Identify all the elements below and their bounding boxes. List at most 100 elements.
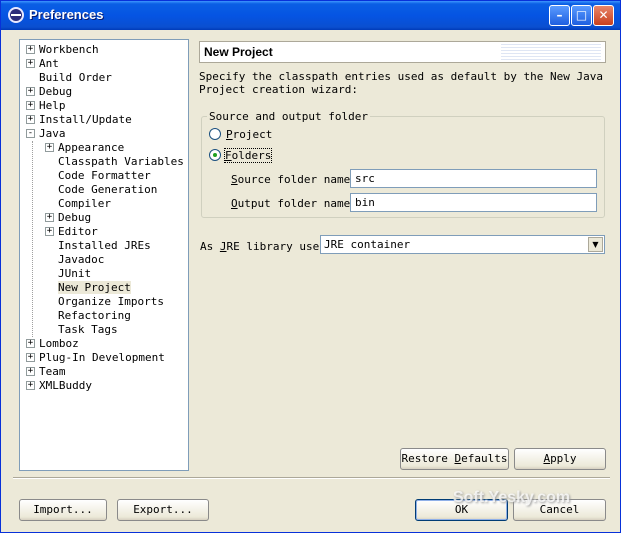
expand-icon[interactable]: + (26, 58, 35, 68)
tree-item[interactable]: Refactoring (45, 309, 131, 323)
tree-item-label: Java (39, 127, 66, 140)
tree-item[interactable]: + Editor (45, 225, 98, 239)
output-mnemonic: O (231, 197, 238, 210)
restore-label-before: Restore (401, 452, 455, 465)
tree-item-label: Plug-In Development (39, 351, 165, 364)
project-radio[interactable] (209, 128, 221, 140)
tree-item[interactable]: Build Order (26, 71, 112, 85)
tree-item-label: Appearance (58, 141, 125, 154)
expand-icon[interactable]: + (26, 338, 35, 348)
group-title: Source and output folder (207, 110, 370, 123)
restore-label-rest: efaults (461, 452, 508, 465)
apply-label-rest: pply (550, 452, 577, 465)
tree-item[interactable]: Installed JREs (45, 239, 151, 253)
tree-item-label: Workbench (39, 43, 99, 56)
tree-item[interactable]: + Help (26, 99, 66, 113)
tree-item[interactable]: Organize Imports (45, 295, 164, 309)
watermark-text: Soft.Yesky.com (453, 489, 571, 506)
minimize-button[interactable]: – (549, 5, 570, 26)
source-folder-label: Source folder name: (231, 173, 357, 186)
tree-item-label: Lomboz (39, 337, 79, 350)
tree-connector-line (32, 141, 33, 337)
tree-item[interactable]: Classpath Variables (45, 155, 184, 169)
tree-item-label: Installed JREs (58, 239, 151, 252)
expand-icon[interactable]: + (26, 352, 35, 362)
source-mnemonic: S (231, 173, 238, 186)
tree-item[interactable]: + Debug (45, 211, 91, 225)
tree-item-label: Editor (58, 225, 98, 238)
tree-item-label: Debug (39, 85, 73, 98)
output-folder-label: Output folder name: (231, 197, 357, 210)
tree-item[interactable]: + Appearance (45, 141, 124, 155)
folders-radio[interactable] (209, 149, 221, 161)
tree-item-label: JUnit (58, 267, 92, 280)
output-folder-input[interactable]: bin (350, 193, 597, 212)
tree-item[interactable]: New Project (45, 281, 131, 295)
tree-item[interactable]: Code Generation (45, 183, 157, 197)
tree-item[interactable]: Compiler (45, 197, 111, 211)
project-radio-label[interactable]: Project (226, 128, 272, 141)
tree-item[interactable]: Task Tags (45, 323, 118, 337)
tree-item[interactable]: + Plug-In Development (26, 351, 165, 365)
tree-item-label: Help (39, 99, 66, 112)
bottom-separator (13, 477, 610, 479)
apply-button[interactable]: Apply (514, 448, 606, 470)
tree-item[interactable]: + Workbench (26, 43, 99, 57)
tree-item-label: Debug (58, 211, 92, 224)
tree-item-label: Organize Imports (58, 295, 164, 308)
tree-item[interactable]: + Debug (26, 85, 72, 99)
jre-library-select[interactable]: JRE container ▼ (320, 235, 605, 254)
chevron-down-icon[interactable]: ▼ (588, 237, 603, 252)
folders-mnemonic: F (225, 149, 232, 162)
expand-icon[interactable]: + (45, 142, 54, 152)
jre-label-before: As (200, 240, 220, 253)
project-mnemonic: P (226, 128, 233, 141)
expand-icon[interactable]: + (26, 44, 35, 54)
collapse-icon[interactable]: - (26, 128, 35, 138)
expand-icon[interactable]: + (45, 212, 54, 222)
folders-radio-label[interactable]: Folders (223, 148, 273, 163)
header-decoration (501, 44, 601, 60)
expand-icon[interactable]: + (45, 226, 54, 236)
tree-item-label: Ant (39, 57, 59, 70)
project-label-rest: roject (232, 128, 273, 141)
maximize-button[interactable]: □ (571, 5, 592, 26)
tree-item[interactable]: - Java (26, 127, 66, 141)
eclipse-icon (8, 7, 24, 23)
tree-item[interactable]: Code Formatter (45, 169, 151, 183)
page-header: New Project (199, 41, 606, 63)
description-line-2: Project creation wizard: (199, 83, 358, 96)
expand-icon[interactable]: + (26, 86, 35, 96)
tree-item[interactable]: + Lomboz (26, 337, 79, 351)
expand-icon[interactable]: + (26, 366, 35, 376)
expand-icon[interactable]: + (26, 100, 35, 110)
preferences-tree[interactable]: + Workbench + Ant Build Order + Debug + Help + Ins… (19, 39, 189, 471)
import-button[interactable]: Import... (19, 499, 107, 521)
tree-item-label: Build Order (39, 71, 112, 84)
tree-item-label: Javadoc (58, 253, 105, 266)
tree-item-label: Code Generation (58, 183, 158, 196)
tree-item-label: New Project (58, 281, 131, 294)
close-button[interactable]: ✕ (593, 5, 614, 26)
expand-icon[interactable]: + (26, 114, 35, 124)
tree-item[interactable]: + Ant (26, 57, 59, 71)
tree-item[interactable]: + XMLBuddy (26, 379, 92, 393)
page-title: New Project (204, 45, 273, 59)
tree-item-label: Install/Update (39, 113, 132, 126)
restore-defaults-button[interactable]: Restore Defaults (400, 448, 509, 470)
tree-item-label: Compiler (58, 197, 111, 210)
tree-item[interactable]: + Team (26, 365, 66, 379)
export-button[interactable]: Export... (117, 499, 209, 521)
jre-mnemonic: J (219, 240, 227, 253)
tree-item-label: Classpath Variables (58, 155, 184, 168)
description-line-1: Specify the classpath entries used as de… (199, 70, 603, 83)
tree-item[interactable]: JUnit (45, 267, 91, 281)
window-title: Preferences (29, 7, 104, 22)
source-folder-input[interactable]: src (350, 169, 597, 188)
expand-icon[interactable]: + (26, 380, 35, 390)
title-bar[interactable]: Preferences – □ ✕ (1, 1, 620, 30)
tree-item[interactable]: Javadoc (45, 253, 104, 267)
tree-item-label: Team (39, 365, 66, 378)
tree-item[interactable]: + Install/Update (26, 113, 132, 127)
output-label-rest: utput folder name: (237, 197, 357, 210)
